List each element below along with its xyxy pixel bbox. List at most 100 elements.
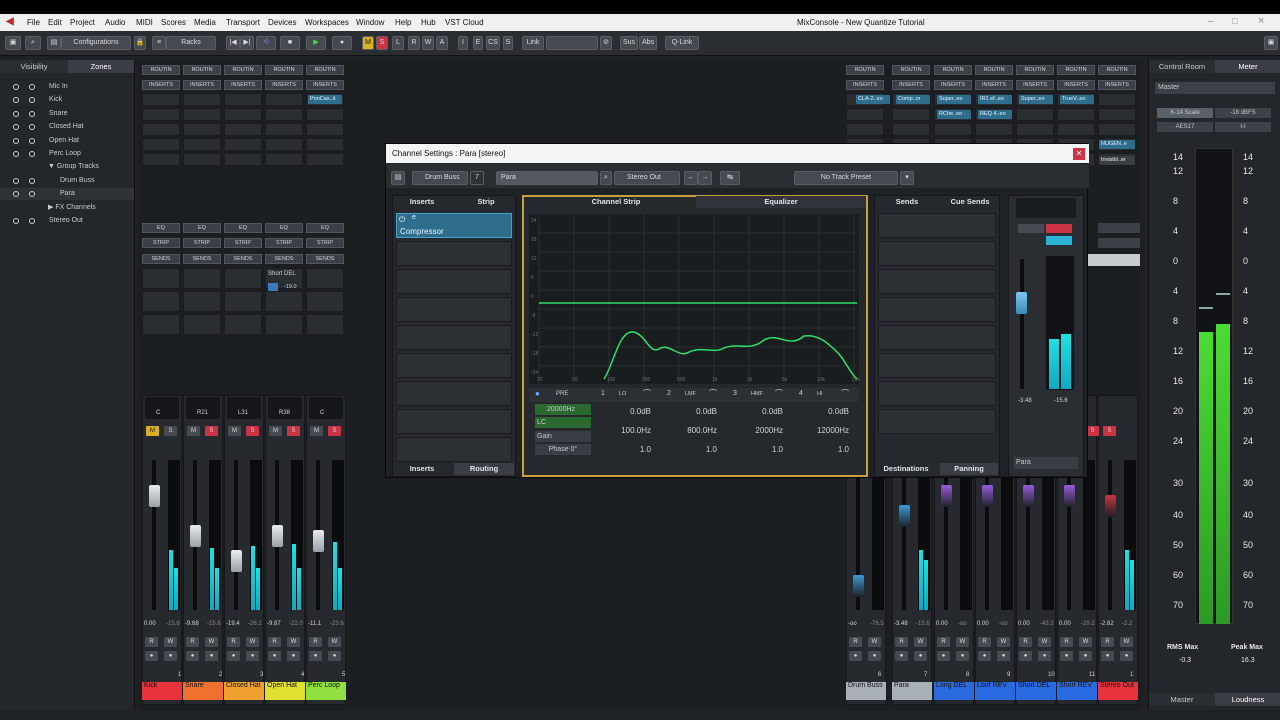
fader-handle[interactable] bbox=[899, 505, 910, 527]
solo-all-button[interactable]: S bbox=[376, 36, 388, 50]
insert-slot[interactable] bbox=[846, 108, 884, 121]
inserts-rack-header[interactable]: INSERTS bbox=[142, 80, 180, 90]
insert-slot[interactable] bbox=[1057, 108, 1095, 121]
send-slot[interactable] bbox=[183, 314, 221, 335]
tab-channel-strip[interactable]: Channel Strip bbox=[546, 196, 686, 208]
close-icon[interactable]: ✕ bbox=[1073, 148, 1085, 160]
pan-knob[interactable] bbox=[1016, 198, 1076, 218]
routing-output[interactable]: Para bbox=[1014, 457, 1078, 469]
routing-rack-header[interactable]: ROUTIN bbox=[934, 65, 972, 75]
strip-rack-header[interactable]: STRIP bbox=[183, 238, 221, 248]
send-slot[interactable] bbox=[142, 291, 180, 312]
solo-button[interactable]: S bbox=[164, 426, 177, 436]
view-sends-button[interactable]: S bbox=[503, 36, 513, 50]
insert-slot[interactable] bbox=[265, 123, 303, 136]
qlink-button[interactable]: Q-Link bbox=[665, 36, 699, 50]
eq-rack-header[interactable]: EQ bbox=[183, 223, 221, 233]
solo-button[interactable] bbox=[1046, 224, 1072, 233]
lc-filter-field[interactable]: LC bbox=[535, 417, 591, 428]
write-button[interactable]: W bbox=[422, 36, 434, 50]
fader-handle[interactable] bbox=[190, 525, 201, 547]
strip-rack-header[interactable]: STRIP bbox=[142, 238, 180, 248]
fader-handle[interactable] bbox=[1064, 485, 1075, 507]
cycle-icon[interactable]: ⟲ bbox=[256, 36, 276, 50]
send-slot[interactable] bbox=[878, 213, 996, 238]
record-arm-button[interactable]: ● bbox=[1120, 651, 1133, 661]
mute-button[interactable]: M bbox=[228, 426, 241, 436]
insert-slot[interactable] bbox=[396, 353, 512, 378]
fader-handle[interactable] bbox=[1023, 485, 1034, 507]
back-arrow-icon[interactable]: ← bbox=[684, 171, 698, 185]
sends-rack-header[interactable]: SENDS bbox=[142, 254, 180, 264]
band-q-field[interactable]: 1.0 bbox=[663, 443, 723, 457]
mute-all-button[interactable]: M bbox=[362, 36, 374, 50]
mute-button[interactable] bbox=[1018, 224, 1044, 233]
configurations-button[interactable]: Configurations bbox=[61, 36, 131, 50]
record-arm-button[interactable]: ● bbox=[914, 651, 927, 661]
send-slot[interactable] bbox=[878, 381, 996, 406]
zone-dot-icon[interactable] bbox=[29, 110, 35, 117]
insert-slot[interactable] bbox=[224, 93, 262, 106]
write-button[interactable]: W bbox=[205, 637, 218, 647]
insert-slot[interactable] bbox=[396, 437, 512, 462]
monitor-button[interactable]: ● bbox=[1060, 651, 1073, 661]
stop-icon[interactable]: ■ bbox=[280, 36, 300, 50]
write-button[interactable]: W bbox=[328, 637, 341, 647]
insert-slot[interactable] bbox=[183, 108, 221, 121]
sends-rack-header[interactable]: SENDS bbox=[306, 254, 344, 264]
menu-edit[interactable]: Edit bbox=[48, 18, 62, 27]
read-button[interactable]: R bbox=[309, 637, 322, 647]
band-shape-icon[interactable]: ⌒ bbox=[709, 388, 717, 399]
routing-rack-header[interactable]: ROUTIN bbox=[183, 65, 221, 75]
record-arm-button[interactable]: ● bbox=[328, 651, 341, 661]
insert-slot[interactable] bbox=[306, 123, 344, 136]
read-button[interactable]: R bbox=[1019, 637, 1032, 647]
band-shape-icon[interactable]: ⌒ bbox=[841, 388, 849, 399]
band-shape-icon[interactable]: ⌒ bbox=[643, 388, 651, 399]
write-button[interactable]: W bbox=[287, 637, 300, 647]
strip-rack-header[interactable]: STRIP bbox=[265, 238, 303, 248]
insert-slot[interactable] bbox=[142, 138, 180, 151]
channel-name-field[interactable]: Para bbox=[496, 171, 598, 185]
racks-icon[interactable]: ≡ bbox=[152, 36, 166, 50]
sus-button[interactable]: Sus bbox=[620, 36, 638, 50]
visibility-dot-icon[interactable] bbox=[13, 110, 19, 117]
menu-audio[interactable]: Audio bbox=[105, 18, 125, 27]
track-item[interactable]: Perc Loop bbox=[0, 148, 134, 160]
send-slot[interactable] bbox=[306, 268, 344, 289]
track-item[interactable]: Snare bbox=[0, 108, 134, 120]
tab-meter[interactable]: Meter bbox=[1215, 60, 1280, 73]
eq-rack-header[interactable]: EQ bbox=[224, 223, 262, 233]
band-type[interactable]: LO bbox=[619, 391, 626, 397]
menu-workspaces[interactable]: Workspaces bbox=[305, 18, 349, 27]
visibility-dot-icon[interactable] bbox=[13, 124, 19, 131]
monitor-button[interactable]: ● bbox=[895, 651, 908, 661]
menu-project[interactable]: Project bbox=[70, 18, 95, 27]
visibility-dot-icon[interactable] bbox=[13, 177, 19, 184]
band-q-field[interactable]: 1.0 bbox=[729, 443, 789, 457]
tab-equalizer[interactable]: Equalizer bbox=[696, 196, 866, 208]
routing-rack-header[interactable]: ROUTIN bbox=[1098, 65, 1136, 75]
sends-rack-header[interactable]: SENDS bbox=[224, 254, 262, 264]
insert-slot[interactable] bbox=[1016, 108, 1054, 121]
tab-zones[interactable]: Zones bbox=[68, 60, 134, 73]
visibility-dot-icon[interactable] bbox=[13, 97, 19, 104]
band-q-field[interactable]: 1.0 bbox=[597, 443, 657, 457]
record-icon[interactable]: ● bbox=[332, 36, 352, 50]
dbfs-button[interactable]: -18 dBFS bbox=[1215, 108, 1271, 118]
insert-plugin[interactable]: Super..eo bbox=[937, 95, 971, 104]
monitor-button[interactable]: ● bbox=[849, 651, 862, 661]
insert-slot[interactable] bbox=[265, 138, 303, 151]
write-button[interactable]: W bbox=[956, 637, 969, 647]
insert-slot[interactable] bbox=[183, 123, 221, 136]
record-arm-button[interactable]: ● bbox=[997, 651, 1010, 661]
solo-button[interactable]: S bbox=[205, 426, 218, 436]
insert-slot[interactable] bbox=[396, 325, 512, 350]
gain-field[interactable]: Gain bbox=[535, 431, 591, 442]
aes17-button[interactable]: AES17 bbox=[1157, 122, 1213, 132]
fader-handle[interactable] bbox=[853, 575, 864, 597]
monitor-button[interactable]: ● bbox=[227, 651, 240, 661]
monitor-button[interactable]: ● bbox=[1019, 651, 1032, 661]
send-slot[interactable] bbox=[878, 297, 996, 322]
tab-loudness[interactable]: Loudness bbox=[1215, 693, 1280, 706]
